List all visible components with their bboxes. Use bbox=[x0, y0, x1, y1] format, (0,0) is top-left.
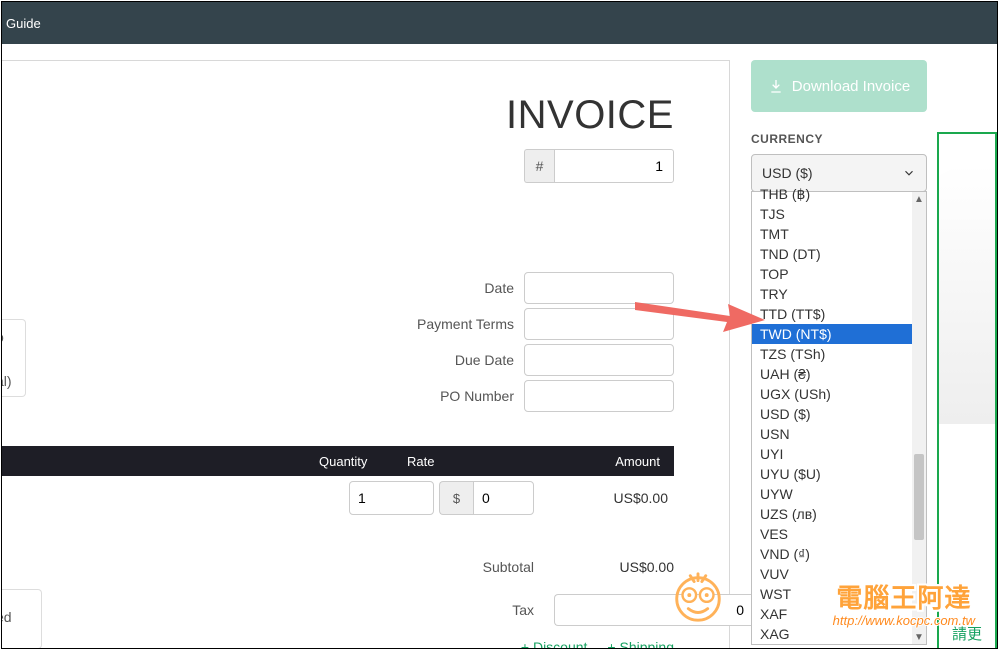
scroll-up-button[interactable]: ▲ bbox=[912, 192, 926, 206]
dropdown-scrollbar[interactable]: ▲ ▼ bbox=[912, 192, 926, 644]
currency-option[interactable]: TND (DT) bbox=[752, 244, 926, 264]
invoice-title: INVOICE bbox=[506, 93, 674, 138]
currency-option-list[interactable]: THB (฿)TJSTMTTND (DT)TOPTRYTTD (TT$)TWD … bbox=[751, 191, 927, 645]
currency-option[interactable]: UAH (₴) bbox=[752, 364, 926, 384]
ad-cta-text: 請更 bbox=[952, 623, 982, 644]
rate-currency-prefix: $ bbox=[439, 481, 473, 515]
add-shipping-link[interactable]: + Shipping bbox=[607, 639, 674, 649]
guide-link[interactable]: Guide bbox=[6, 16, 41, 31]
currency-option[interactable]: VUV bbox=[752, 564, 926, 584]
invoice-card: INVOICE # o al) ed Date Payment Terms Du… bbox=[1, 60, 730, 649]
col-qty: Quantity bbox=[319, 454, 394, 469]
number-hash-icon: # bbox=[524, 149, 554, 183]
add-discount-link[interactable]: + Discount bbox=[521, 639, 588, 649]
currency-option[interactable]: TMT bbox=[752, 224, 926, 244]
download-invoice-button[interactable]: Download Invoice bbox=[751, 60, 927, 112]
po-number-label: PO Number bbox=[384, 388, 514, 404]
currency-option[interactable]: USN bbox=[752, 424, 926, 444]
currency-option[interactable]: VES bbox=[752, 524, 926, 544]
date-input[interactable] bbox=[524, 272, 674, 304]
ad-person-image bbox=[937, 164, 997, 424]
col-amount: Amount bbox=[580, 454, 660, 469]
partial-text: al) bbox=[1, 373, 12, 389]
currency-option[interactable]: TRY bbox=[752, 284, 926, 304]
tax-input[interactable] bbox=[554, 594, 752, 626]
download-label: Download Invoice bbox=[792, 78, 910, 95]
currency-option[interactable]: TTD (TT$) bbox=[752, 304, 926, 324]
due-date-label: Due Date bbox=[384, 352, 514, 368]
items-header: Quantity Rate Amount bbox=[1, 446, 674, 476]
currency-option[interactable]: TJS bbox=[752, 204, 926, 224]
payment-terms-input[interactable] bbox=[524, 308, 674, 340]
subtotal-value: US$0.00 bbox=[554, 559, 674, 575]
currency-option[interactable]: TOP bbox=[752, 264, 926, 284]
currency-option[interactable]: UYU ($U) bbox=[752, 464, 926, 484]
currency-selected-value: USD ($) bbox=[762, 165, 813, 181]
tax-label: Tax bbox=[444, 602, 534, 618]
rate-input[interactable] bbox=[473, 481, 534, 515]
subtotal-label: Subtotal bbox=[444, 559, 534, 575]
currency-option[interactable]: THB (฿) bbox=[752, 184, 926, 204]
currency-option[interactable]: UYI bbox=[752, 444, 926, 464]
scroll-thumb[interactable] bbox=[914, 454, 924, 540]
invoice-number-field: # bbox=[524, 149, 674, 183]
currency-option[interactable]: TWD (NT$) bbox=[752, 324, 926, 344]
date-label: Date bbox=[384, 280, 514, 296]
scroll-down-button[interactable]: ▼ bbox=[912, 630, 926, 644]
currency-select[interactable]: USD ($) THB (฿)TJSTMTTND (DT)TOPTRYTTD (… bbox=[751, 154, 927, 192]
currency-option[interactable]: TZS (TSh) bbox=[752, 344, 926, 364]
qty-input[interactable] bbox=[349, 481, 434, 515]
item-row: $ US$0.00 bbox=[1, 479, 674, 517]
currency-option[interactable]: XAG bbox=[752, 624, 926, 644]
currency-option[interactable]: VND (₫) bbox=[752, 544, 926, 564]
po-number-input[interactable] bbox=[524, 380, 674, 412]
amount-cell: US$0.00 bbox=[539, 490, 674, 506]
currency-option[interactable]: XAF bbox=[752, 604, 926, 624]
currency-option[interactable]: UGX (USh) bbox=[752, 384, 926, 404]
currency-option[interactable]: UYW bbox=[752, 484, 926, 504]
chevron-down-icon bbox=[902, 166, 916, 180]
currency-option[interactable]: USD ($) bbox=[752, 404, 926, 424]
invoice-number-input[interactable] bbox=[554, 149, 674, 183]
due-date-input[interactable] bbox=[524, 344, 674, 376]
top-bar: Guide bbox=[2, 2, 997, 44]
currency-option[interactable]: WST bbox=[752, 584, 926, 604]
currency-option[interactable]: UZS (лв) bbox=[752, 504, 926, 524]
col-rate: Rate bbox=[407, 454, 467, 469]
download-icon bbox=[768, 78, 784, 94]
partial-text: o bbox=[1, 329, 4, 345]
terms-label: Payment Terms bbox=[384, 316, 514, 332]
partial-text: ed bbox=[1, 609, 12, 625]
ad-banner[interactable]: 請更 bbox=[937, 132, 997, 649]
